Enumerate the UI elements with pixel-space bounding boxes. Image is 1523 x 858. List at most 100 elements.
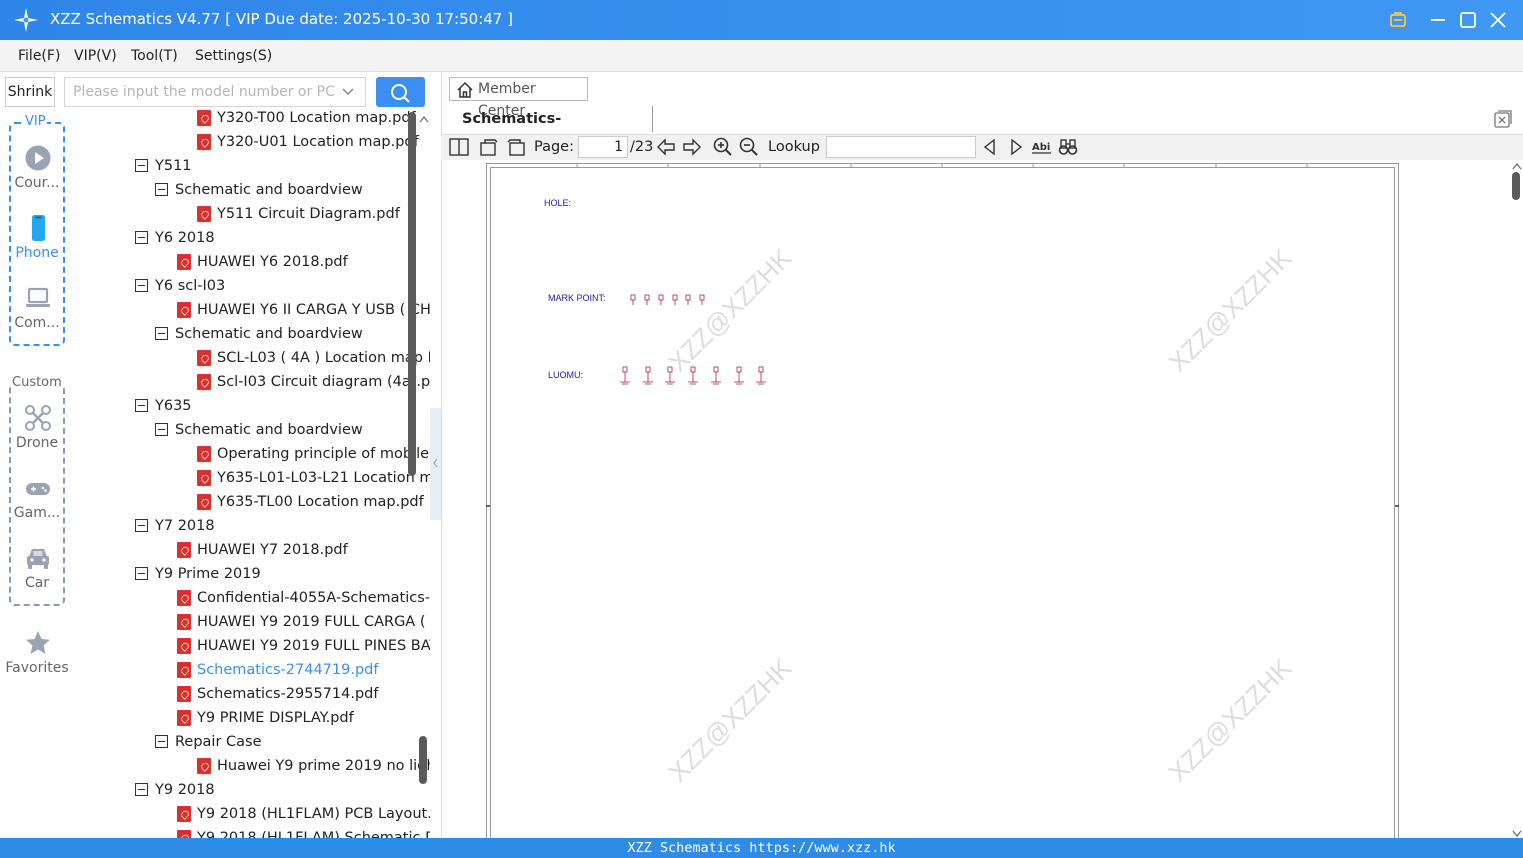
collapse-toggle-icon[interactable] (155, 735, 168, 748)
tree-item-label: HUAWEI Y7 2018.pdf (197, 542, 348, 558)
doc-scroll-up-icon[interactable] (1512, 162, 1522, 170)
pdf-file-icon (177, 830, 191, 838)
zoom-out-icon[interactable] (739, 137, 759, 157)
category-courses[interactable]: Cour... (4, 145, 70, 205)
pdf-file-icon (177, 302, 191, 318)
document-scrollbar-thumb[interactable] (1512, 172, 1520, 200)
document-tab[interactable]: Schematics-2744719.pdf (449, 106, 653, 153)
tree-item-label: Schematic and boardview (175, 182, 363, 198)
tree-item-label: Scl-I03 Circuit diagram (4a).pdf (217, 374, 430, 390)
model-tree[interactable]: Y320-T00 Location map.pdf Y320-U01 Locati… (75, 110, 430, 838)
maximize-icon[interactable] (1456, 8, 1480, 32)
doc-scroll-down-icon[interactable] (1512, 830, 1522, 838)
menu-file[interactable]: File(F) (18, 48, 60, 64)
pdf-file-icon (177, 806, 191, 822)
tree-scroll-up-icon[interactable] (419, 115, 429, 123)
tree-item-label: Huawei Y9 prime 2019 no light (217, 758, 430, 774)
tree-item-label: Y9 2018 (HL1FLAM) Schematic Dia (197, 830, 430, 838)
tree-item-label: Schematics-2955714.pdf (197, 686, 379, 702)
panel-collapse-handle[interactable] (430, 408, 441, 520)
play-icon (25, 145, 51, 171)
sidebar-toggle-icon[interactable] (449, 137, 469, 157)
mark-point-symbols (630, 294, 705, 305)
car-icon (27, 549, 49, 569)
window-title: XZZ Schematics V4.77 [ VIP Due date: 202… (50, 10, 513, 28)
category-favorites[interactable]: Favorites (4, 630, 70, 690)
label-hole: HOLE: (544, 198, 572, 208)
laptop-icon (26, 287, 50, 307)
lookup-label: Lookup (768, 139, 820, 155)
tree-item-label: SCL-L03 ( 4A ) Location map EN (217, 350, 430, 366)
find-next-icon[interactable] (1006, 137, 1026, 157)
collapse-toggle-icon[interactable] (135, 567, 148, 580)
gamepad-icon (26, 483, 50, 495)
close-icon[interactable] (1486, 8, 1510, 32)
tree-item-label: HUAWEI Y6 II CARGA Y USB ( CHAI (197, 302, 430, 318)
tree-item-label: HUAWEI Y9 2019 FULL CARGA ( CH (197, 614, 430, 630)
previous-page-icon[interactable] (656, 137, 676, 157)
tree-scrollbar-thumb-secondary[interactable] (419, 736, 427, 784)
chevron-left-icon (433, 458, 438, 468)
rotate-left-icon[interactable] (479, 137, 499, 157)
close-tab-icon[interactable] (1494, 110, 1512, 128)
rotate-right-icon[interactable] (506, 137, 526, 157)
collapse-toggle-icon[interactable] (135, 159, 148, 172)
chevron-down-icon[interactable] (341, 86, 355, 98)
match-case-icon[interactable]: Abi (1032, 137, 1052, 157)
menu-vip[interactable]: VIP(V) (74, 48, 117, 64)
tree-scrollbar-thumb[interactable] (408, 112, 416, 476)
collapse-toggle-icon[interactable] (135, 279, 148, 292)
collapse-toggle-icon[interactable] (155, 183, 168, 196)
category-computer[interactable]: Com... (4, 285, 70, 345)
collapse-toggle-icon[interactable] (155, 327, 168, 340)
category-game[interactable]: Gam... (4, 475, 70, 535)
pdf-file-icon (197, 374, 211, 390)
page-number-input[interactable]: 1 (578, 136, 628, 158)
collapse-toggle-icon[interactable] (135, 783, 148, 796)
search-input[interactable] (65, 78, 335, 106)
find-previous-icon[interactable] (980, 137, 1000, 157)
page-total: /23 (630, 139, 654, 155)
tree-item-label: Schematic and boardview (175, 422, 363, 438)
tree-item-label: Y635 (155, 398, 192, 414)
tree-item-label: Y9 2018 (155, 782, 215, 798)
pdf-file-icon (177, 638, 191, 654)
pdf-file-icon (197, 134, 211, 150)
next-page-icon[interactable] (682, 137, 702, 157)
pdf-file-icon (177, 542, 191, 558)
lookup-input[interactable] (826, 136, 976, 158)
search-button[interactable] (376, 77, 425, 107)
pdf-file-icon (197, 758, 211, 774)
category-car[interactable]: Car (4, 545, 70, 605)
tree-item-label: HUAWEI Y6 2018.pdf (197, 254, 348, 270)
pdf-file-icon (197, 206, 211, 222)
minimize-icon[interactable] (1426, 8, 1450, 32)
binoculars-icon[interactable] (1058, 137, 1078, 157)
pdf-file-icon (197, 494, 211, 510)
vip-crown-icon[interactable] (1386, 8, 1410, 32)
menu-settings[interactable]: Settings(S) (195, 48, 272, 64)
tree-item-label: Y511 Circuit Diagram.pdf (217, 206, 400, 222)
shrink-button[interactable]: Shrink (5, 77, 55, 107)
drone-icon (25, 405, 51, 431)
pdf-file-icon (197, 446, 211, 462)
pdf-file-icon (197, 110, 211, 126)
category-phone[interactable]: Phone (4, 215, 70, 275)
svg-text:Abi: Abi (1032, 142, 1050, 153)
vip-group-label: VIP (24, 114, 47, 129)
tree-item-label: Schematic and boardview (175, 326, 363, 342)
menu-tool[interactable]: Tool(T) (131, 48, 178, 64)
title-bar: XZZ Schematics V4.77 [ VIP Due date: 202… (0, 0, 1523, 40)
collapse-toggle-icon[interactable] (155, 423, 168, 436)
app-logo-icon (14, 8, 38, 32)
label-luomu: LUOMU: (548, 370, 584, 380)
member-center-button[interactable]: Member Center (449, 77, 588, 119)
pdf-file-icon (177, 686, 191, 702)
collapse-toggle-icon[interactable] (135, 231, 148, 244)
zoom-in-icon[interactable] (713, 137, 733, 157)
collapse-toggle-icon[interactable] (135, 399, 148, 412)
home-icon (457, 81, 473, 98)
collapse-toggle-icon[interactable] (135, 519, 148, 532)
category-drone[interactable]: Drone (4, 405, 70, 465)
search-combobox[interactable] (64, 77, 366, 107)
